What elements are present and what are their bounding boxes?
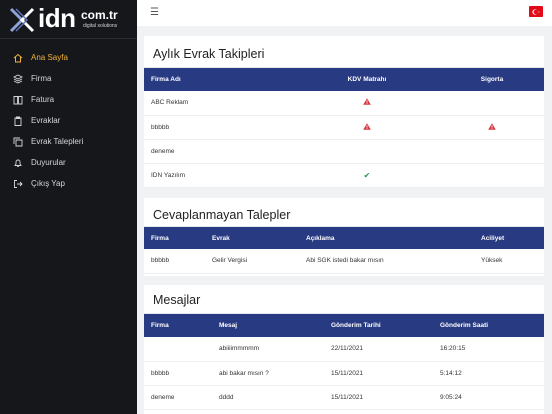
cell-firma: ABC Reklam — [144, 91, 294, 116]
col-kdv-matrahi: KDV Matrahı — [347, 76, 387, 83]
table-header-row: Firma Mesaj Gönderim Tarihi Gönderim Saa… — [144, 314, 544, 337]
sidebar-item-ana-sayfa[interactable]: Ana Sayfa — [0, 47, 137, 68]
hamburger-icon[interactable]: ☰ — [150, 7, 162, 19]
table-row[interactable]: bbbbb Gelir Vergisi Abi SGK istedi bakar… — [144, 249, 544, 274]
sidebar-item-evrak-talepleri[interactable]: Evrak Talepleri — [0, 131, 137, 152]
evrak-table: Firma Adı KDV Matrahı Sigorta ABC Reklam… — [144, 68, 544, 188]
cell-firma: deneme — [144, 385, 212, 410]
col-gonderim-tarihi: Gönderim Tarihi — [331, 322, 381, 329]
sidebar-item-label: Evraklar — [31, 116, 61, 125]
sidebar-item-firma[interactable]: Firma — [0, 68, 137, 89]
cell-kdv — [294, 91, 440, 116]
col-firma: Firma — [151, 234, 169, 242]
logo-domain-text: com.tr — [81, 8, 118, 22]
table-row[interactable]: deneme dddd 15/11/2021 9:05:24 — [144, 385, 544, 410]
sidebar-item-label: Ana Sayfa — [31, 53, 68, 62]
layers-icon — [12, 73, 23, 84]
col-aciliyet: Aciliyet — [481, 234, 505, 242]
sidebar: idn com.tr digital solutions Ana Sayfa F… — [0, 0, 137, 414]
cell-sigorta — [440, 115, 544, 140]
cell-saat: 16:20:15 — [433, 337, 544, 362]
logo-main-text: idn — [38, 3, 76, 33]
col-firma-adi: Firma Adı — [151, 76, 181, 83]
cell-saat: 9:05:24 — [433, 385, 544, 410]
table-header-row: Firma Adı KDV Matrahı Sigorta — [144, 68, 544, 91]
table-row[interactable]: ABC Reklam — [144, 91, 544, 116]
cell-evrak: Gelir Vergisi — [205, 249, 299, 274]
cell-tarih: 15/11/2021 — [324, 361, 433, 386]
col-mesaj: Mesaj — [219, 322, 238, 329]
cell-mesaj: abi bakar mısın ? — [212, 361, 324, 386]
table-row[interactable]: bbbbb — [144, 115, 544, 140]
table-row[interactable]: IDN Yazılım ✔ — [144, 163, 544, 188]
sidebar-item-evraklar[interactable]: Evraklar — [0, 110, 137, 131]
mesajlar-card-title: Mesajlar — [153, 293, 201, 307]
bell-icon — [12, 157, 23, 168]
sidebar-divider — [0, 38, 137, 39]
brand-logo[interactable]: idn com.tr digital solutions — [8, 3, 136, 34]
table-header-row: Firma Evrak Açıklama Aciliyet — [144, 227, 544, 249]
evrak-card-title: Aylık Evrak Takipleri — [153, 47, 265, 61]
sidebar-item-label: Firma — [31, 74, 52, 83]
sidebar-item-label: Evrak Talepleri — [31, 137, 84, 146]
col-firma: Firma — [151, 322, 169, 329]
clipboard-icon — [12, 115, 23, 126]
warning-icon — [363, 122, 371, 130]
cell-firma: bbbbb — [144, 361, 212, 386]
check-icon: ✔ — [363, 170, 371, 180]
sidebar-menu: Ana Sayfa Firma Fatura Evraklar Evrak Ta… — [0, 47, 137, 194]
cell-kdv — [294, 139, 440, 164]
cell-kdv — [294, 115, 440, 140]
cell-tarih: 22/11/2021 — [324, 337, 433, 362]
cell-sigorta — [440, 91, 544, 116]
sidebar-item-label: Duyurular — [31, 158, 66, 167]
col-aciklama: Açıklama — [306, 234, 335, 242]
logo-tagline: digital solutions — [83, 23, 118, 29]
cell-mesaj: dddd — [212, 385, 324, 410]
warning-icon — [363, 98, 371, 105]
book-icon — [12, 94, 23, 105]
top-header: ☰ — [137, 0, 552, 26]
col-sigorta: Sigorta — [480, 76, 504, 83]
cell-firma — [144, 337, 212, 362]
cell-saat: 5:14:12 — [433, 361, 544, 386]
cell-tarih: 15/11/2021 — [324, 385, 433, 410]
table-row[interactable]: abiiiimmmmm 22/11/2021 16:20:15 — [144, 337, 544, 362]
talepler-card-title: Cevaplanmayan Talepler — [153, 208, 291, 222]
turkey-flag-icon[interactable] — [529, 6, 543, 17]
talepler-card: Cevaplanmayan Talepler Firma Evrak Açıkl… — [144, 198, 544, 276]
table-row[interactable]: bbbbb abi bakar mısın ? 15/11/2021 5:14:… — [144, 361, 544, 386]
sidebar-item-label: Fatura — [31, 95, 55, 104]
evrak-card: Aylık Evrak Takipleri Firma Adı KDV Matr… — [144, 36, 544, 188]
copy-icon — [12, 136, 23, 147]
col-evrak: Evrak — [212, 234, 230, 242]
logout-icon — [12, 178, 23, 189]
cell-firma: bbbbb — [144, 249, 205, 274]
col-gonderim-saati: Gönderim Saati — [440, 322, 489, 329]
mesajlar-card: Mesajlar Firma Mesaj Gönderim Tarihi Gön… — [144, 285, 544, 414]
mesajlar-table: Firma Mesaj Gönderim Tarihi Gönderim Saa… — [144, 314, 544, 410]
cell-mesaj: abiiiimmmmm — [212, 337, 324, 362]
cell-aciklama: Abi SGK istedi bakar mısın — [299, 249, 474, 274]
logo-mark-icon — [9, 7, 35, 33]
talepler-table: Firma Evrak Açıklama Aciliyet bbbbb Geli… — [144, 227, 544, 274]
table-row[interactable]: deneme — [144, 139, 544, 164]
sidebar-item-fatura[interactable]: Fatura — [0, 89, 137, 110]
warning-icon — [488, 122, 496, 130]
cell-sigorta — [440, 139, 544, 164]
sidebar-item-cikis-yap[interactable]: Çıkış Yap — [0, 173, 137, 194]
home-icon — [12, 52, 23, 63]
sidebar-item-label: Çıkış Yap — [31, 179, 65, 188]
cell-sigorta — [440, 163, 544, 188]
cell-firma: bbbbb — [144, 115, 294, 140]
sidebar-item-duyurular[interactable]: Duyurular — [0, 152, 137, 173]
cell-kdv: ✔ — [294, 163, 440, 188]
cell-firma: IDN Yazılım — [144, 163, 294, 188]
cell-firma: deneme — [144, 139, 294, 164]
cell-aciliyet: Yüksek — [474, 249, 544, 274]
